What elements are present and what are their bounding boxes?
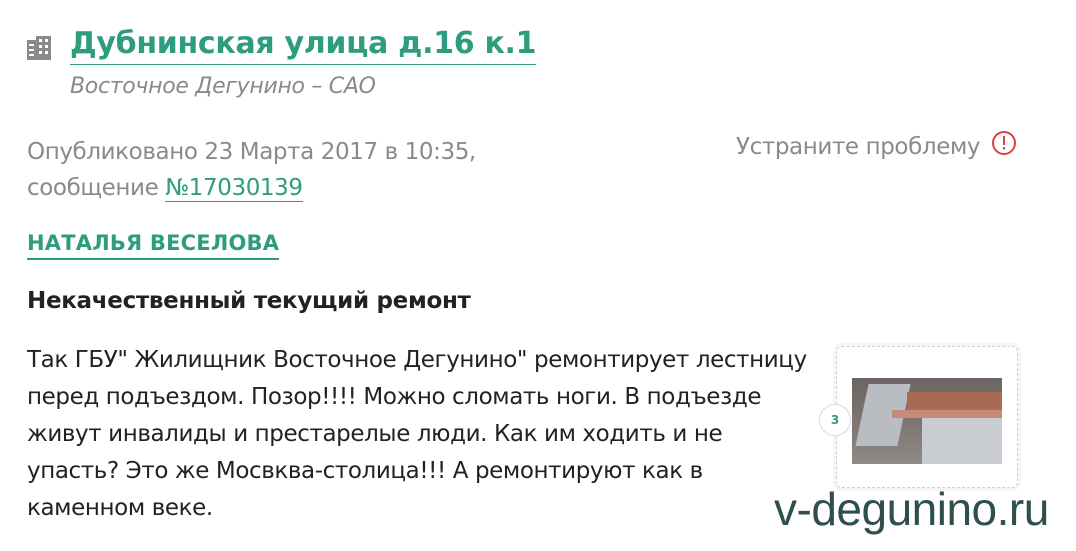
- alert-circle-icon[interactable]: [991, 130, 1017, 156]
- problem-description: Так ГБУ" Жилищник Восточное Дегунино" ре…: [27, 347, 807, 521]
- address-link[interactable]: Дубнинская улица д.16 к.1: [70, 24, 537, 65]
- publication-info: Опубликовано 23 Марта 2017 в 10:35, сооб…: [27, 134, 476, 206]
- problem-title: Некачественный текущий ремонт: [27, 288, 471, 314]
- problem-photo[interactable]: [852, 378, 1002, 464]
- message-label: сообщение: [27, 175, 159, 201]
- published-date: Опубликовано 23 Марта 2017 в 10:35,: [27, 139, 476, 165]
- message-number-link[interactable]: №17030139: [165, 175, 303, 202]
- building-icon: [27, 36, 51, 60]
- district-label: Восточное Дегунино – САО: [70, 74, 376, 99]
- site-watermark: v-degunino.ru: [774, 483, 1049, 535]
- photo-count-badge: 3: [819, 404, 851, 436]
- author-link[interactable]: НАТАЛЬЯ ВЕСЕЛОВА: [27, 228, 280, 260]
- photo-gallery-thumbnail[interactable]: [836, 346, 1018, 488]
- fix-problem-button[interactable]: Устраните проблему: [736, 134, 981, 160]
